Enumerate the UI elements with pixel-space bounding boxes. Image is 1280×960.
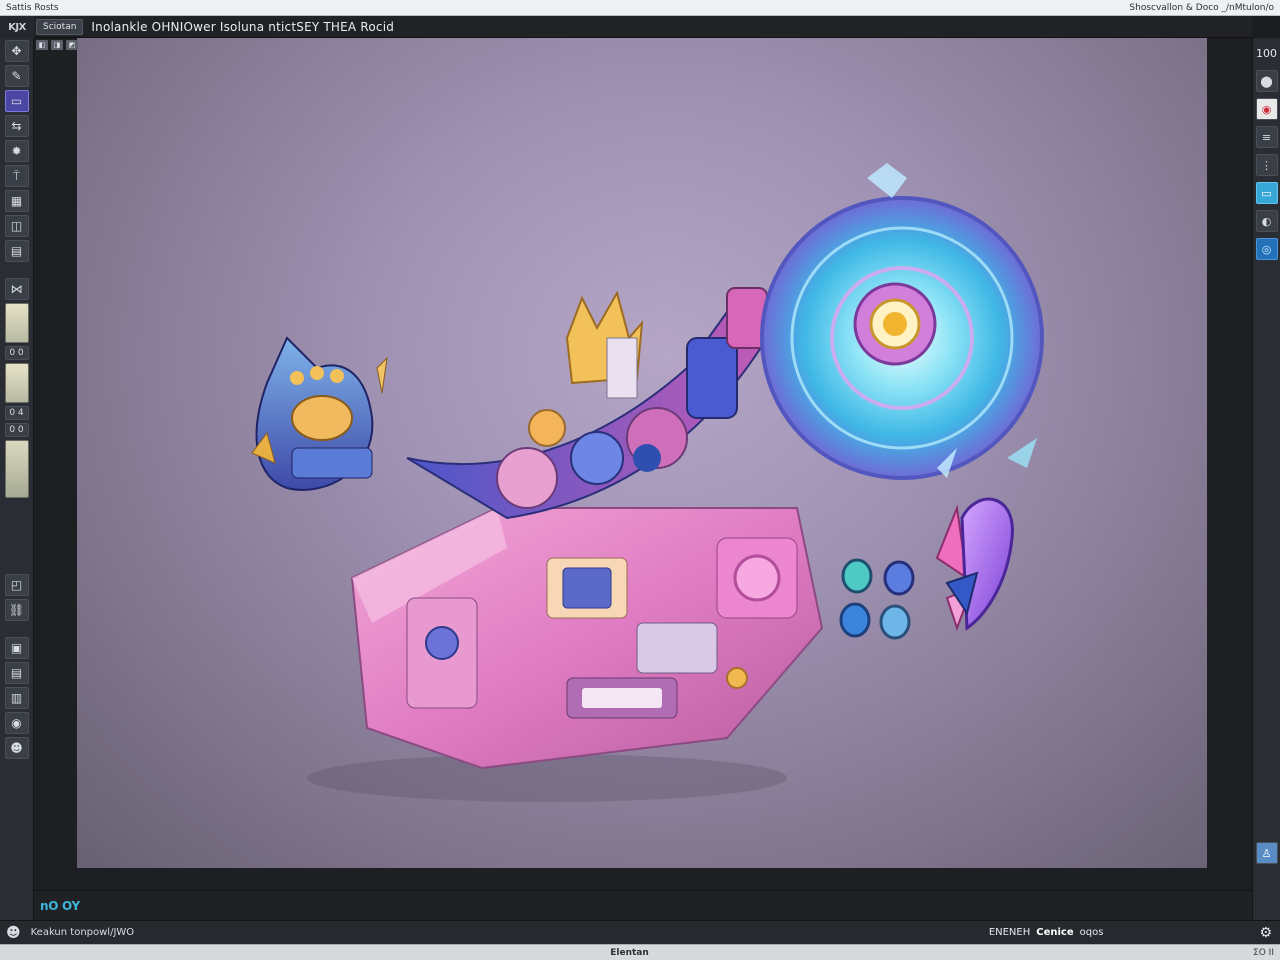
footer-bar: Elentan ΣΟ ΙΙ: [0, 944, 1280, 960]
os-title-text: Sattis Rosts: [6, 2, 59, 13]
small-label-c: 0 0: [4, 423, 29, 437]
footer-center: Elentan: [610, 947, 649, 958]
document-tab[interactable]: Sciotan: [36, 18, 84, 35]
toggle-icon[interactable]: ◐: [1255, 210, 1278, 232]
frame-b-tool-icon[interactable]: ▤: [4, 662, 29, 684]
settings-icon[interactable]: ⚙: [1259, 925, 1272, 941]
gem-tool-icon[interactable]: ✹: [4, 140, 29, 162]
status-right-bold: Cenice: [1036, 927, 1074, 938]
frame-c-tool-icon[interactable]: ▥: [4, 687, 29, 709]
preview-icon[interactable]: ▭: [1255, 182, 1278, 204]
document-bar: Sciotan Inolankle OHNIOwer Isoluna ntict…: [34, 16, 1252, 38]
view-mode-a-icon[interactable]: ◧: [36, 40, 48, 50]
model-shield: [760, 163, 1044, 480]
secondary-color-swatch[interactable]: [4, 363, 29, 403]
select-tool-icon[interactable]: ▭: [4, 90, 29, 112]
view-mode-b-icon[interactable]: ◨: [51, 40, 63, 50]
footer-right: ΣΟ ΙΙ: [1253, 947, 1274, 958]
3d-model-render: [251, 163, 1044, 802]
camera-tool-icon[interactable]: ✥: [4, 40, 29, 62]
grid-a-tool-icon[interactable]: ▦: [4, 190, 29, 212]
status-right-prefix: ENENEH: [988, 927, 1031, 938]
modeling-app-window: Sattis Rosts Shoscvallon & Doco _/nMtulo…: [0, 0, 1280, 960]
record-icon[interactable]: ◉: [1255, 98, 1278, 120]
bottom-status-bar: ☻ Keakun tonpowl/JWO ENENEH Cenice oqos …: [0, 920, 1280, 944]
model-shadow: [307, 754, 787, 802]
grid-c-tool-icon[interactable]: ▤: [4, 240, 29, 262]
status-text: Keakun tonpowl/JWO: [30, 927, 135, 938]
eye-tool-icon[interactable]: ◉: [4, 712, 29, 734]
os-title-left: Sattis Rosts: [6, 3, 59, 13]
frame-a-tool-icon[interactable]: ▣: [4, 637, 29, 659]
status-badge[interactable]: nO OY: [40, 899, 80, 913]
small-label-b: 0 4: [4, 406, 29, 420]
view-mode-c-icon[interactable]: ◩: [66, 40, 78, 50]
zoom-level[interactable]: 100: [1256, 42, 1278, 64]
right-toolbar: 100 ⬤ ◉ ≡ ⋮ ▭ ◐ ◎ ♙: [1252, 38, 1280, 920]
small-label-a: 0 0: [4, 346, 29, 360]
viewport-mini-toolbar: ◧ ◨ ◩: [36, 40, 78, 50]
floating-gems: [839, 497, 1014, 640]
model-head: [251, 336, 388, 491]
person-icon[interactable]: ♙: [1255, 842, 1278, 864]
move-tool-icon[interactable]: ⇆: [4, 115, 29, 137]
globe-icon[interactable]: ◎: [1255, 238, 1278, 260]
status-right-suffix: oqos: [1079, 927, 1104, 938]
left-toolbar: ✥ ✎ ▭ ⇆ ✹ ⍑ ▦ ◫ ▤ ⋈ 0 0 0 4 0 0 ◰ ⛓ ▣ ▤ …: [0, 38, 34, 920]
user-tool-icon[interactable]: ☻: [4, 737, 29, 759]
layers-icon[interactable]: ≡: [1255, 126, 1278, 148]
app-logo[interactable]: KJX: [0, 16, 34, 38]
tertiary-color-swatch[interactable]: [4, 440, 29, 498]
node-tool-icon[interactable]: ⋈: [4, 278, 29, 300]
layers-tool-icon[interactable]: ◰: [4, 574, 29, 596]
app-logo-text: KJX: [8, 21, 26, 33]
user-status-icon[interactable]: ☻: [6, 925, 21, 941]
sliders-icon[interactable]: ⋮: [1255, 154, 1278, 176]
os-title-bar: Sattis Rosts Shoscvallon & Doco _/nMtulo…: [0, 0, 1280, 16]
primary-color-swatch[interactable]: [4, 303, 29, 343]
3d-viewport-canvas[interactable]: [77, 38, 1207, 868]
model-crown: [565, 290, 644, 399]
link-tool-icon[interactable]: ⛓: [4, 599, 29, 621]
document-title: Inolankle OHNIOwer Isoluna ntictSEY THEA…: [91, 19, 395, 34]
sphere-icon[interactable]: ⬤: [1255, 70, 1278, 92]
pin-tool-icon[interactable]: ⍑: [4, 165, 29, 187]
brush-tool-icon[interactable]: ✎: [4, 65, 29, 87]
os-title-right: Shoscvallon & Doco _/nMtulon/o: [1129, 2, 1274, 13]
grid-b-tool-icon[interactable]: ◫: [4, 215, 29, 237]
model-base-block: [350, 507, 824, 770]
viewport-status-bar: nO OY: [34, 890, 1252, 920]
